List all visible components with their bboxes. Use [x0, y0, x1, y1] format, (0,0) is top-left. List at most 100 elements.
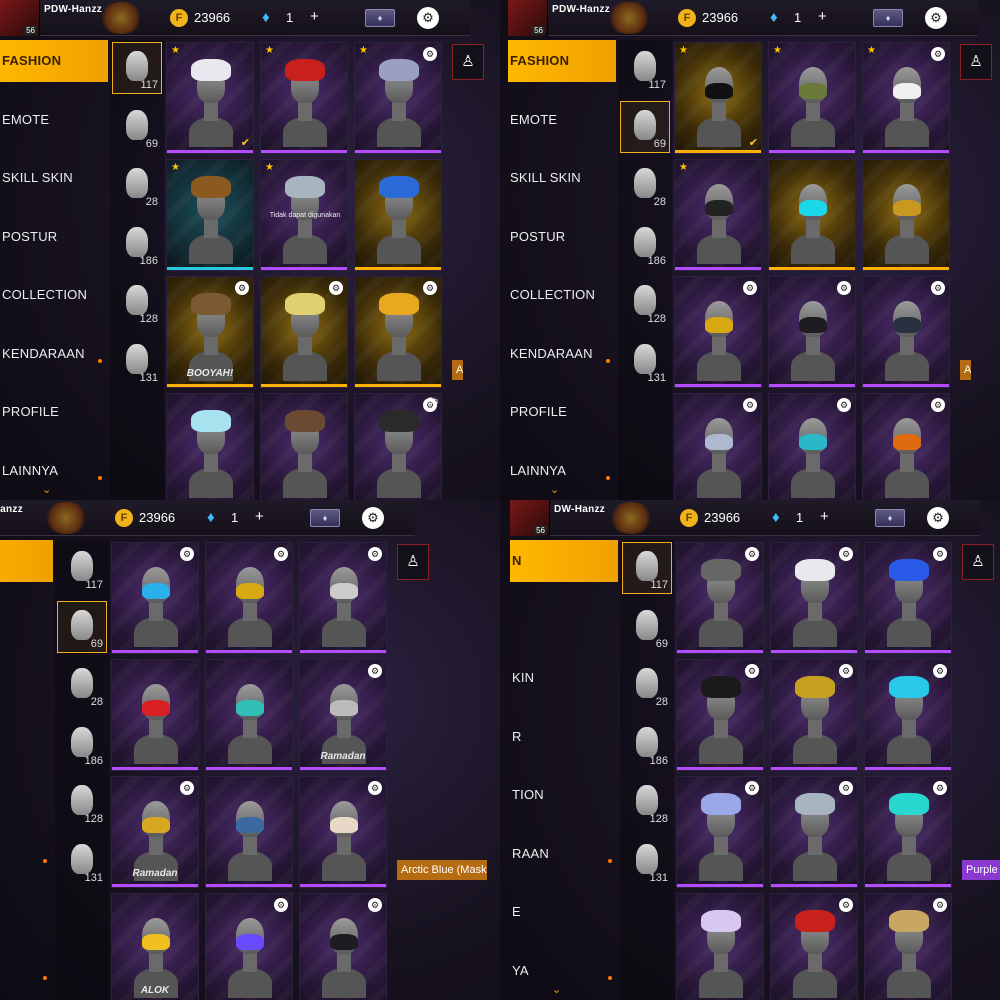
- settings-icon[interactable]: ⚙: [417, 7, 439, 29]
- menu-item-skill-skin[interactable]: KIN: [510, 657, 618, 699]
- category-face[interactable]: 28: [57, 659, 107, 711]
- category-hair[interactable]: 117: [57, 542, 107, 594]
- item-tile[interactable]: ⚙: [864, 893, 952, 1000]
- category-face[interactable]: 28: [620, 159, 670, 211]
- category-hair[interactable]: 117: [112, 42, 162, 94]
- item-tile[interactable]: ⚙: [770, 542, 858, 654]
- category-bottom[interactable]: 128: [112, 276, 162, 328]
- menu-item-emote[interactable]: [510, 599, 618, 641]
- scroll-down-icon[interactable]: ⌄: [552, 983, 561, 996]
- mannequin-preview-button[interactable]: ♙: [960, 44, 992, 80]
- mannequin-preview-button[interactable]: ♙: [962, 544, 994, 580]
- category-face[interactable]: 28: [112, 159, 162, 211]
- item-tile[interactable]: ⚙: [260, 276, 348, 388]
- item-tile[interactable]: [111, 659, 199, 771]
- topup-button[interactable]: +: [820, 508, 829, 525]
- settings-icon[interactable]: ⚙: [925, 7, 947, 29]
- menu-item-collection[interactable]: COLLECTION: [508, 274, 616, 316]
- menu-item-postur[interactable]: [0, 716, 53, 758]
- category-shoes[interactable]: 131: [112, 335, 162, 387]
- menu-item-kendaraan[interactable]: AAN: [0, 833, 53, 875]
- item-tile[interactable]: ⚙ BOOYAH!: [166, 276, 254, 388]
- item-tile[interactable]: ⚙: [862, 276, 950, 388]
- item-tile[interactable]: ⚙: [299, 893, 387, 1000]
- category-shoes[interactable]: 131: [57, 835, 107, 887]
- item-tile[interactable]: ⚙ Ramadan: [299, 659, 387, 771]
- item-tile[interactable]: [205, 659, 293, 771]
- scroll-down-icon[interactable]: ⌄: [42, 483, 51, 496]
- category-bottom[interactable]: 128: [620, 276, 670, 328]
- item-tile[interactable]: ★: [260, 42, 348, 154]
- category-top[interactable]: 186: [622, 718, 672, 770]
- item-tile[interactable]: ⚙: [674, 276, 762, 388]
- category-mask[interactable]: 69: [620, 100, 670, 153]
- item-tile[interactable]: ⚙: [864, 659, 952, 771]
- item-tile[interactable]: ⚙: [111, 542, 199, 654]
- item-tile[interactable]: ⚙: [768, 393, 856, 500]
- item-tile[interactable]: [768, 159, 856, 271]
- scroll-down-icon[interactable]: ⌄: [550, 483, 559, 496]
- topup-button[interactable]: +: [310, 8, 319, 25]
- category-bottom[interactable]: 128: [57, 776, 107, 828]
- item-tile[interactable]: ⚙: [770, 893, 858, 1000]
- category-shoes[interactable]: 131: [622, 835, 672, 887]
- menu-item-fashion[interactable]: [0, 540, 53, 582]
- selected-item-label[interactable]: Purple Sha: [962, 860, 1000, 880]
- membership-card-icon[interactable]: ♦: [873, 9, 903, 27]
- item-tile[interactable]: ⚙: [676, 776, 764, 888]
- item-tile[interactable]: ⚙: [205, 893, 293, 1000]
- item-tile[interactable]: ⚙: [770, 776, 858, 888]
- menu-item-profile[interactable]: PROFILE: [508, 391, 616, 433]
- menu-item-lainnya[interactable]: YA: [510, 950, 618, 992]
- selected-item-label[interactable]: Arctic Blue (Mask: [397, 860, 487, 880]
- item-tile[interactable]: [205, 776, 293, 888]
- menu-item-emote[interactable]: EMOTE: [508, 99, 616, 141]
- item-tile[interactable]: ⚙: [674, 393, 762, 500]
- item-tile[interactable]: ⚙ Ramadan: [111, 776, 199, 888]
- avatar[interactable]: 56: [510, 500, 550, 536]
- category-shoes[interactable]: 131: [620, 335, 670, 387]
- item-tile[interactable]: ⚙: [676, 542, 764, 654]
- membership-card-icon[interactable]: ♦: [365, 9, 395, 27]
- selected-item-label[interactable]: A: [960, 360, 972, 380]
- category-top[interactable]: 186: [57, 718, 107, 770]
- selected-item-label[interactable]: A: [452, 360, 464, 380]
- menu-item-skill-skin[interactable]: SKILL SKIN: [508, 157, 616, 199]
- membership-card-icon[interactable]: ♦: [310, 509, 340, 527]
- menu-item-skill-skin[interactable]: N: [0, 657, 53, 699]
- menu-item-kendaraan[interactable]: RAAN: [510, 833, 618, 875]
- menu-item-postur[interactable]: R: [510, 716, 618, 758]
- avatar[interactable]: 56: [508, 0, 548, 36]
- menu-item-collection[interactable]: COLLECTION: [0, 274, 108, 316]
- item-tile[interactable]: [166, 393, 254, 500]
- item-tile[interactable]: [862, 159, 950, 271]
- menu-item-emote[interactable]: EMOTE: [0, 99, 108, 141]
- category-top[interactable]: 186: [620, 218, 670, 270]
- item-tile[interactable]: ★: [166, 159, 254, 271]
- item-tile[interactable]: ⚙: [354, 276, 442, 388]
- item-tile[interactable]: ⚙: [768, 276, 856, 388]
- category-mask[interactable]: 69: [57, 600, 107, 653]
- menu-item-profile[interactable]: E: [510, 891, 618, 933]
- item-tile[interactable]: ⚙: [864, 542, 952, 654]
- item-tile[interactable]: [676, 893, 764, 1000]
- item-tile[interactable]: ★ ⚙: [354, 42, 442, 154]
- membership-card-icon[interactable]: ♦: [875, 509, 905, 527]
- category-bottom[interactable]: 128: [622, 776, 672, 828]
- category-mask[interactable]: 69: [112, 101, 162, 153]
- item-tile[interactable]: ★ ✔: [166, 42, 254, 154]
- item-tile[interactable]: ★: [674, 159, 762, 271]
- category-hair[interactable]: 117: [622, 542, 672, 594]
- menu-item-emote[interactable]: [0, 599, 53, 641]
- item-tile[interactable]: ⚙: [862, 393, 950, 500]
- category-top[interactable]: 186: [112, 218, 162, 270]
- category-face[interactable]: 28: [622, 659, 672, 711]
- menu-item-skill-skin[interactable]: SKILL SKIN: [0, 157, 108, 199]
- item-tile[interactable]: [260, 393, 348, 500]
- settings-icon[interactable]: ⚙: [927, 507, 949, 529]
- category-hair[interactable]: 117: [620, 42, 670, 94]
- topup-button[interactable]: +: [818, 8, 827, 25]
- topup-button[interactable]: +: [255, 508, 264, 525]
- item-tile[interactable]: ⚙: [770, 659, 858, 771]
- menu-item-postur[interactable]: POSTUR: [0, 216, 108, 258]
